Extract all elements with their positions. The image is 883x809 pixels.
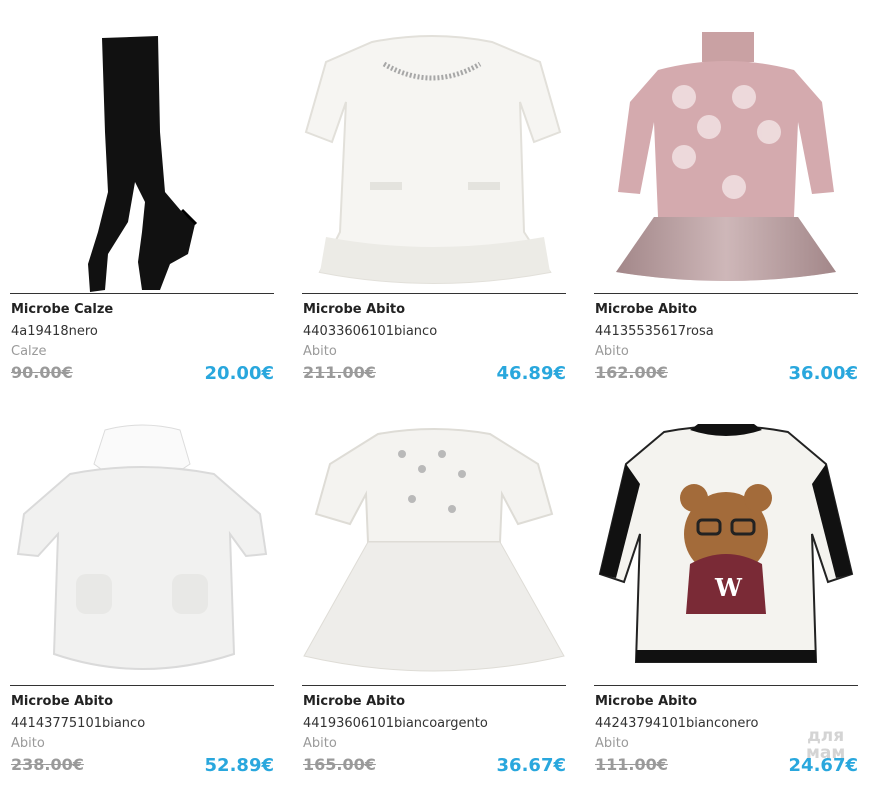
product-category: Abito xyxy=(303,344,337,359)
product-code: 44033606101bianco xyxy=(303,324,438,339)
divider xyxy=(10,685,274,686)
product-category: Abito xyxy=(303,736,337,751)
divider xyxy=(594,685,858,686)
old-price: 165.00€ xyxy=(303,755,376,774)
product-title[interactable]: Microbe Abito xyxy=(11,694,113,709)
sale-price: 20.00€ xyxy=(204,363,274,384)
product-title[interactable]: Microbe Abito xyxy=(595,694,697,709)
old-price: 90.00€ xyxy=(11,363,73,382)
product-code: 44135535617rosa xyxy=(595,324,714,339)
product-image-knit-dress[interactable] xyxy=(10,424,274,684)
product-card[interactable]: Microbe Abito 44033606101bianco Abito 21… xyxy=(302,32,566,417)
sale-price: 52.89€ xyxy=(204,755,274,776)
divider xyxy=(594,293,858,294)
product-card[interactable]: Microbe Calze 4a19418nero Calze 90.00€ 2… xyxy=(10,32,274,417)
svg-text:W: W xyxy=(714,573,743,602)
divider xyxy=(302,293,566,294)
product-card[interactable]: Microbe Abito 44193606101biancoargento A… xyxy=(302,424,566,809)
product-image-tulle-dress[interactable] xyxy=(302,424,566,684)
product-code: 44143775101bianco xyxy=(11,716,146,731)
product-title[interactable]: Microbe Abito xyxy=(595,302,697,317)
product-code: 44193606101biancoargento xyxy=(303,716,488,731)
product-title[interactable]: Microbe Abito xyxy=(303,302,405,317)
product-category: Calze xyxy=(11,344,47,359)
old-price: 238.00€ xyxy=(11,755,84,774)
product-code: 4a19418nero xyxy=(11,324,98,339)
old-price: 111.00€ xyxy=(595,755,668,774)
product-category: Abito xyxy=(595,736,629,751)
product-card[interactable]: Microbe Abito 44135535617rosa Abito 162.… xyxy=(594,32,858,417)
product-title[interactable]: Microbe Calze xyxy=(11,302,113,317)
product-image-bear-sweatshirt[interactable]: W xyxy=(594,424,858,684)
watermark-line2: мам xyxy=(806,743,846,763)
product-image-white-dress[interactable] xyxy=(302,32,566,292)
sale-price: 36.00€ xyxy=(788,363,858,384)
product-title[interactable]: Microbe Abito xyxy=(303,694,405,709)
divider xyxy=(302,685,566,686)
product-category: Abito xyxy=(11,736,45,751)
product-image-pink-dress[interactable] xyxy=(594,32,858,292)
product-image-tights[interactable] xyxy=(10,32,274,292)
sale-price: 46.89€ xyxy=(496,363,566,384)
old-price: 162.00€ xyxy=(595,363,668,382)
product-category: Abito xyxy=(595,344,629,359)
old-price: 211.00€ xyxy=(303,363,376,382)
product-code: 44243794101bianconero xyxy=(595,716,759,731)
product-card[interactable]: Microbe Abito 44143775101bianco Abito 23… xyxy=(10,424,274,809)
divider xyxy=(10,293,274,294)
sale-price: 36.67€ xyxy=(496,755,566,776)
watermark-logo: для мам xyxy=(806,728,845,762)
